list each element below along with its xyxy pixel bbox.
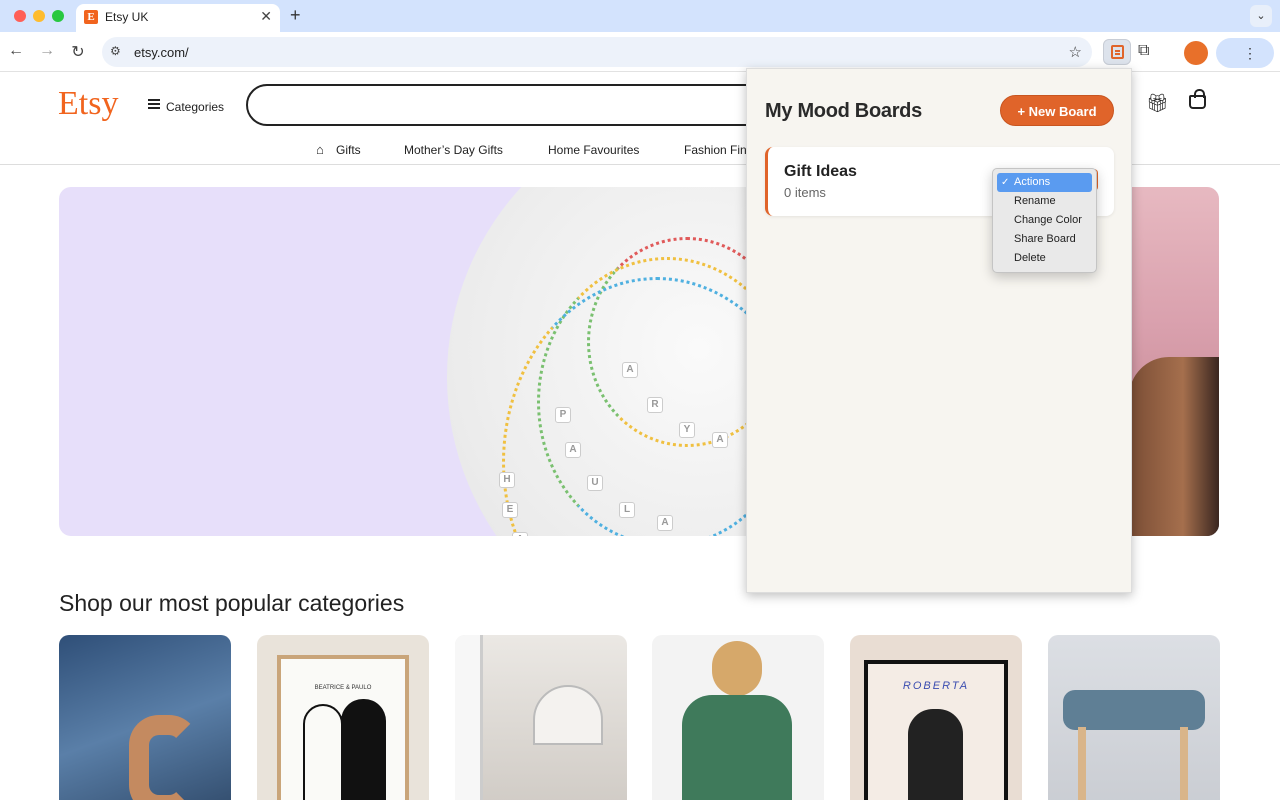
extension-icon — [1111, 45, 1124, 59]
letter-bead: R — [647, 397, 663, 413]
tab-search-button[interactable]: ⌄ — [1250, 5, 1272, 27]
tab-close-icon[interactable]: ✕ — [260, 8, 272, 25]
letter-bead: A — [512, 532, 528, 536]
stool-leg — [1078, 727, 1086, 800]
framed-print-image: BEATRICE & PAULO — [277, 655, 409, 800]
puzzle-icon[interactable]: ⧉ — [1138, 42, 1149, 60]
new-board-button[interactable]: + New Board — [1000, 95, 1114, 126]
board-item-count: 0 items — [784, 185, 826, 200]
dropdown-option-rename[interactable]: Rename — [997, 192, 1092, 211]
category-tile-mirror[interactable] — [455, 635, 627, 800]
framed-dog-print-image: ROBERTA — [864, 660, 1008, 800]
address-bar[interactable]: ⚙ etsy.com/ ☆ — [102, 37, 1092, 67]
categories-label: Categories — [166, 100, 225, 114]
nav-fashion-finds[interactable]: Fashion Fin — [684, 143, 747, 157]
site-info-icon[interactable]: ⚙ — [110, 44, 121, 58]
letter-bead: L — [619, 502, 635, 518]
gift-icon: ⌂ — [316, 142, 324, 157]
letter-bead: A — [565, 442, 581, 458]
hamburger-icon — [148, 97, 160, 111]
gift-icon[interactable]: 🎁︎ — [1146, 93, 1169, 114]
letter-bead: A — [712, 432, 728, 448]
checkmark-icon: ✓ — [1001, 177, 1010, 188]
letter-c-mug-image — [129, 715, 199, 800]
new-tab-button[interactable]: + — [290, 5, 301, 26]
dog-illustration — [908, 709, 963, 800]
section-title: Shop our most popular categories — [59, 590, 405, 616]
letter-bead: A — [657, 515, 673, 531]
letter-bead: A — [622, 362, 638, 378]
browser-tab[interactable]: E Etsy UK ✕ — [76, 4, 280, 32]
profile-icon[interactable] — [1184, 41, 1208, 65]
categories-button[interactable]: Categories — [148, 97, 224, 114]
mood-board-extension-button[interactable] — [1103, 39, 1131, 65]
dropdown-option-change-color[interactable]: Change Color — [997, 211, 1092, 230]
url-text[interactable]: etsy.com/ — [134, 45, 189, 60]
dropdown-option-delete[interactable]: Delete — [997, 249, 1092, 268]
window-image — [455, 635, 483, 800]
woven-seat-image — [1063, 690, 1205, 730]
nav-mothers-day-gifts[interactable]: Mother’s Day Gifts — [404, 143, 503, 157]
print-figure — [303, 704, 343, 800]
letter-bead: E — [502, 502, 518, 518]
browser-toolbar: ← → ↻ ⚙ etsy.com/ ☆ ⧉ ⋮ — [0, 32, 1280, 72]
board-name: Gift Ideas — [784, 163, 857, 180]
menu-icon: ⋮ — [1243, 45, 1257, 61]
close-window-button[interactable] — [14, 10, 26, 22]
hero-side-image — [1129, 187, 1219, 536]
board-actions-dropdown[interactable]: ✓ Actions Rename Change Color Share Board… — [992, 168, 1097, 273]
browser-tabbar: E Etsy UK ✕ + ⌄ — [0, 0, 1280, 32]
popup-title: My Mood Boards — [765, 100, 922, 122]
minimize-window-button[interactable] — [33, 10, 45, 22]
maximize-window-button[interactable] — [52, 10, 64, 22]
dropdown-option-share-board[interactable]: Share Board — [997, 230, 1092, 249]
letter-bead: Y — [679, 422, 695, 438]
letter-bead: P — [555, 407, 571, 423]
print-caption: BEATRICE & PAULO — [314, 685, 372, 691]
category-tile-jacket[interactable] — [652, 635, 824, 800]
green-jacket-image — [682, 695, 792, 800]
dropdown-option-actions[interactable]: ✓ Actions — [997, 173, 1092, 192]
mirror-image — [533, 685, 603, 745]
model-hair-image — [712, 641, 762, 696]
letter-bead: U — [587, 475, 603, 491]
etsy-logo[interactable]: Etsy — [58, 85, 118, 123]
letter-bead: H — [499, 472, 515, 488]
category-tile-print[interactable]: BEATRICE & PAULO — [257, 635, 429, 800]
dog-print-caption: ROBERTA — [902, 680, 970, 692]
nav-home-favourites[interactable]: Home Favourites — [548, 143, 639, 157]
stool-leg — [1180, 727, 1188, 800]
nav-gifts[interactable]: Gifts — [336, 143, 361, 157]
category-tile-mug[interactable] — [59, 635, 231, 800]
category-tile-stool[interactable] — [1048, 635, 1220, 800]
print-figure — [341, 699, 386, 800]
chrome-menu-button[interactable]: ⋮ — [1216, 38, 1274, 68]
reload-icon[interactable]: ↻ — [68, 42, 88, 62]
star-icon[interactable]: ☆ — [1069, 43, 1082, 61]
search-input[interactable] — [246, 84, 786, 126]
category-tile-dog-print[interactable]: ROBERTA — [850, 635, 1022, 800]
mood-board-popup: My Mood Boards + New Board Gift Ideas 0 … — [746, 68, 1132, 593]
back-arrow-icon[interactable]: ← — [6, 42, 26, 60]
forward-arrow-icon[interactable]: → — [37, 42, 57, 60]
etsy-favicon-icon: E — [84, 10, 98, 24]
tab-title: Etsy UK — [105, 10, 149, 24]
basket-icon[interactable] — [1189, 89, 1206, 109]
